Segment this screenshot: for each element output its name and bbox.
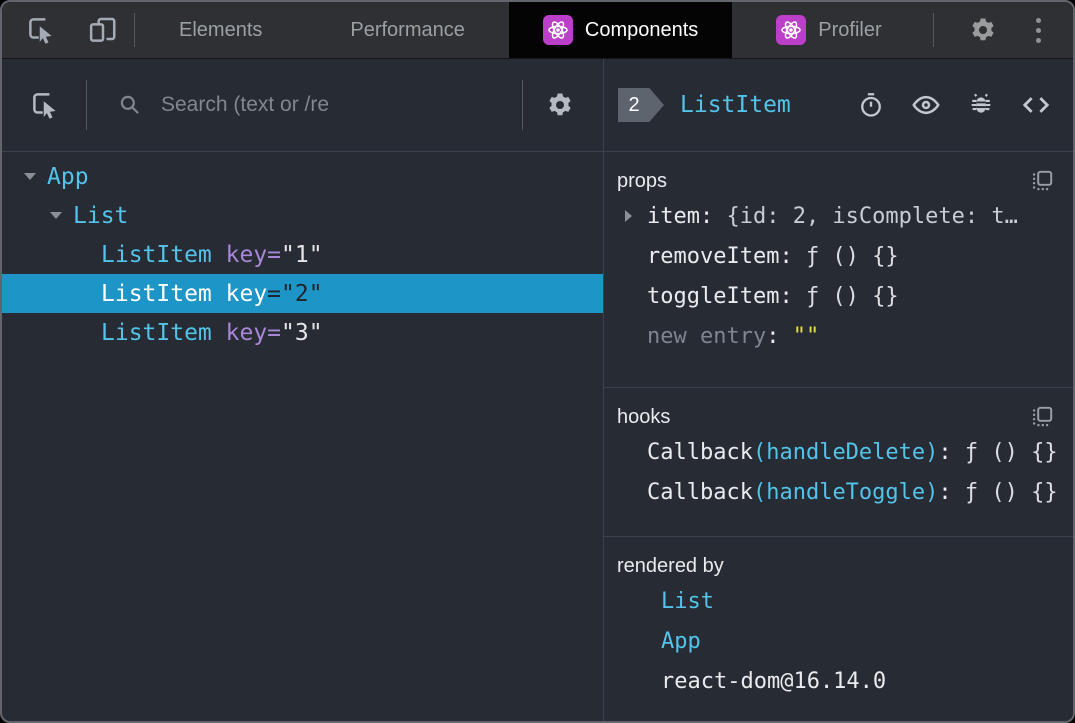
tabbar-right-controls (933, 2, 1073, 58)
equals-sign: = (267, 241, 282, 268)
divider (522, 80, 523, 130)
inspected-header: 2 ListItem (604, 59, 1073, 152)
component-name: ListItem (101, 280, 212, 307)
select-element-icon[interactable] (28, 88, 62, 122)
tree-node-app[interactable]: App (2, 157, 603, 196)
view-source-icon[interactable] (1021, 90, 1051, 120)
rendered-by-list-link[interactable]: List (617, 581, 1057, 621)
expand-arrow-icon[interactable] (50, 212, 62, 219)
rendered-by-app-link[interactable]: App (617, 621, 1057, 661)
key-attribute: key (225, 280, 268, 307)
tab-label: Profiler (818, 18, 882, 41)
hook-value: ƒ () {} (964, 479, 1057, 505)
key-value: "1" (281, 241, 323, 268)
search-input[interactable] (161, 93, 512, 117)
react-logo-icon (776, 15, 807, 45)
eye-icon[interactable] (911, 90, 941, 120)
rendered-by-title: rendered by (617, 554, 724, 577)
tab-elements[interactable]: Elements (135, 2, 306, 58)
prop-row-removeitem[interactable]: removeItem: ƒ () {} (617, 236, 1057, 276)
equals-sign: = (267, 280, 282, 307)
prop-key: removeItem (647, 243, 780, 269)
react-devtools-window: Elements Performance Components Profiler… (0, 0, 1075, 723)
inspected-header-icons (856, 90, 1051, 120)
components-panel: App List ListItemkey="1" ListItemkey="2"… (2, 59, 1073, 721)
key-attribute: key (225, 241, 268, 268)
inspected-component-name: ListItem (680, 92, 791, 118)
tab-label: Elements (179, 18, 263, 41)
bug-icon[interactable] (966, 90, 996, 120)
component-name: ListItem (101, 319, 212, 346)
rendered-by-section: rendered by List App react-dom@16.14.0 (604, 537, 1073, 721)
key-attribute: key (225, 319, 268, 346)
new-entry-value[interactable]: "" (793, 324, 820, 349)
component-tree: App List ListItem key = "1" ListItem key = "2"… (2, 152, 603, 721)
device-toolbar-icon[interactable] (86, 13, 120, 47)
prop-value: ƒ () {} (805, 283, 899, 309)
tree-node-listitem-3[interactable]: ListItem key = "3" (2, 313, 603, 352)
prop-row-toggleitem[interactable]: toggleItem: ƒ () {} (617, 276, 1057, 316)
hook-type: Callback (647, 439, 753, 465)
prop-row-item[interactable]: item: {id: 2, isComplete: t… (617, 196, 1057, 236)
tree-node-listitem-2-selected[interactable]: ListItem key = "2" (2, 274, 603, 313)
divider (933, 13, 934, 47)
hook-row-handletoggle[interactable]: Callback (handleToggle): ƒ () {} (617, 472, 1057, 512)
kebab-menu-icon[interactable] (1032, 14, 1045, 47)
equals-sign: = (267, 319, 282, 346)
copy-icon[interactable] (1027, 166, 1057, 196)
settings-gear-icon[interactable] (966, 13, 1000, 47)
new-entry-key[interactable]: new entry (647, 324, 766, 349)
inspected-component-pane: 2 ListItem props item: {id: 2, isComple… (604, 59, 1073, 721)
prop-key: toggleItem (647, 283, 780, 309)
divider (86, 80, 87, 130)
tree-settings-gear-icon[interactable] (543, 88, 577, 122)
hook-type: Callback (647, 479, 753, 505)
tab-profiler[interactable]: Profiler (732, 2, 925, 58)
component-name: App (47, 163, 89, 190)
hooks-section-title: hooks (617, 405, 671, 428)
component-name: List (73, 202, 129, 229)
prop-key: item (647, 203, 700, 229)
hook-value: ƒ () {} (964, 439, 1057, 465)
hook-name: (handleToggle) (752, 479, 939, 505)
component-name: ListItem (101, 241, 212, 268)
tabbar-left-icons (2, 2, 134, 58)
devtools-tabbar: Elements Performance Components Profiler (2, 2, 1073, 59)
prop-value: ƒ () {} (805, 243, 899, 269)
rendered-by-react-dom: react-dom@16.14.0 (661, 668, 887, 694)
tree-node-list[interactable]: List (2, 196, 603, 235)
search-icon (117, 92, 143, 118)
expand-arrow-icon[interactable] (24, 173, 36, 180)
tab-components[interactable]: Components (508, 2, 733, 58)
component-tree-pane: App List ListItemkey="1" ListItemkey="2"… (2, 59, 604, 721)
prop-value: {id: 2, isComplete: t… (726, 203, 1018, 229)
tree-toolbar (2, 59, 603, 152)
inspect-element-icon[interactable] (24, 13, 58, 47)
hooks-section: hooks Callback (handleDelete): ƒ () {} … (604, 388, 1073, 537)
key-value: "3" (281, 319, 323, 346)
key-value: "2" (281, 280, 323, 307)
tab-label: Components (584, 18, 699, 41)
expand-arrow-icon[interactable] (625, 210, 632, 222)
react-logo-icon (542, 15, 573, 45)
tree-node-listitem-1[interactable]: ListItem key = "1" (2, 235, 603, 274)
hook-row-handledelete[interactable]: Callback (handleDelete): ƒ () {} (617, 432, 1057, 472)
inspected-sections: props item: {id: 2, isComplete: t… remo… (604, 152, 1073, 721)
props-section: props item: {id: 2, isComplete: t… remo… (604, 152, 1073, 388)
copy-icon[interactable] (1027, 402, 1057, 432)
tab-performance[interactable]: Performance (306, 2, 509, 58)
tab-label: Performance (350, 18, 465, 41)
prop-row-new-entry[interactable]: new entry: "" (617, 316, 1057, 356)
hook-name: (handleDelete) (752, 439, 939, 465)
props-section-title: props (617, 169, 668, 192)
stopwatch-icon[interactable] (856, 90, 886, 120)
element-id-badge: 2 (618, 88, 664, 122)
